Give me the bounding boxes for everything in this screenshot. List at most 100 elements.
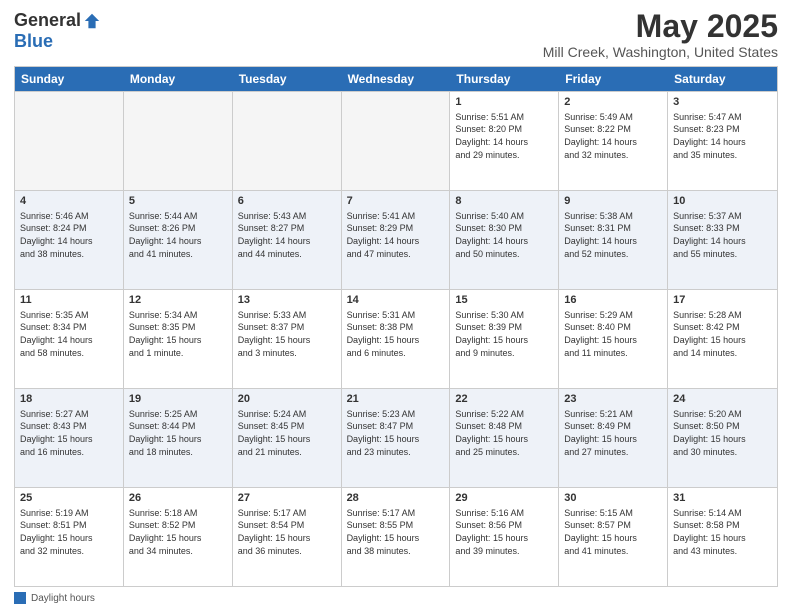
day-number: 13 (238, 293, 336, 308)
calendar-header: SundayMondayTuesdayWednesdayThursdayFrid… (15, 67, 777, 91)
day-info: Sunrise: 5:44 AM Sunset: 8:26 PM Dayligh… (129, 210, 227, 260)
day-number: 10 (673, 194, 772, 209)
day-number: 28 (347, 491, 445, 506)
day-info: Sunrise: 5:35 AM Sunset: 8:34 PM Dayligh… (20, 309, 118, 359)
day-info: Sunrise: 5:17 AM Sunset: 8:55 PM Dayligh… (347, 507, 445, 557)
day-cell-31: 31Sunrise: 5:14 AM Sunset: 8:58 PM Dayli… (668, 488, 777, 586)
day-info: Sunrise: 5:20 AM Sunset: 8:50 PM Dayligh… (673, 408, 772, 458)
day-number: 6 (238, 194, 336, 209)
day-cell-21: 21Sunrise: 5:23 AM Sunset: 8:47 PM Dayli… (342, 389, 451, 487)
day-number: 27 (238, 491, 336, 506)
day-cell-4: 4Sunrise: 5:46 AM Sunset: 8:24 PM Daylig… (15, 191, 124, 289)
day-cell-7: 7Sunrise: 5:41 AM Sunset: 8:29 PM Daylig… (342, 191, 451, 289)
day-cell-12: 12Sunrise: 5:34 AM Sunset: 8:35 PM Dayli… (124, 290, 233, 388)
day-cell-14: 14Sunrise: 5:31 AM Sunset: 8:38 PM Dayli… (342, 290, 451, 388)
day-cell-28: 28Sunrise: 5:17 AM Sunset: 8:55 PM Dayli… (342, 488, 451, 586)
day-info: Sunrise: 5:34 AM Sunset: 8:35 PM Dayligh… (129, 309, 227, 359)
day-info: Sunrise: 5:29 AM Sunset: 8:40 PM Dayligh… (564, 309, 662, 359)
header-day-sunday: Sunday (15, 67, 124, 91)
day-cell-15: 15Sunrise: 5:30 AM Sunset: 8:39 PM Dayli… (450, 290, 559, 388)
day-cell-11: 11Sunrise: 5:35 AM Sunset: 8:34 PM Dayli… (15, 290, 124, 388)
day-number: 22 (455, 392, 553, 407)
page: General Blue May 2025 Mill Creek, Washin… (0, 0, 792, 612)
day-cell-5: 5Sunrise: 5:44 AM Sunset: 8:26 PM Daylig… (124, 191, 233, 289)
day-cell-empty (342, 92, 451, 190)
day-info: Sunrise: 5:33 AM Sunset: 8:37 PM Dayligh… (238, 309, 336, 359)
day-info: Sunrise: 5:23 AM Sunset: 8:47 PM Dayligh… (347, 408, 445, 458)
day-number: 26 (129, 491, 227, 506)
day-info: Sunrise: 5:14 AM Sunset: 8:58 PM Dayligh… (673, 507, 772, 557)
day-cell-empty (124, 92, 233, 190)
header-day-saturday: Saturday (668, 67, 777, 91)
day-cell-16: 16Sunrise: 5:29 AM Sunset: 8:40 PM Dayli… (559, 290, 668, 388)
day-number: 12 (129, 293, 227, 308)
day-cell-20: 20Sunrise: 5:24 AM Sunset: 8:45 PM Dayli… (233, 389, 342, 487)
header-day-thursday: Thursday (450, 67, 559, 91)
day-cell-23: 23Sunrise: 5:21 AM Sunset: 8:49 PM Dayli… (559, 389, 668, 487)
day-cell-17: 17Sunrise: 5:28 AM Sunset: 8:42 PM Dayli… (668, 290, 777, 388)
day-info: Sunrise: 5:21 AM Sunset: 8:49 PM Dayligh… (564, 408, 662, 458)
month-title: May 2025 (543, 10, 778, 42)
day-info: Sunrise: 5:47 AM Sunset: 8:23 PM Dayligh… (673, 111, 772, 161)
legend-box (14, 592, 26, 604)
week-row-4: 25Sunrise: 5:19 AM Sunset: 8:51 PM Dayli… (15, 487, 777, 586)
day-info: Sunrise: 5:40 AM Sunset: 8:30 PM Dayligh… (455, 210, 553, 260)
day-info: Sunrise: 5:28 AM Sunset: 8:42 PM Dayligh… (673, 309, 772, 359)
day-number: 5 (129, 194, 227, 209)
day-cell-1: 1Sunrise: 5:51 AM Sunset: 8:20 PM Daylig… (450, 92, 559, 190)
day-number: 25 (20, 491, 118, 506)
day-number: 19 (129, 392, 227, 407)
day-number: 24 (673, 392, 772, 407)
day-cell-8: 8Sunrise: 5:40 AM Sunset: 8:30 PM Daylig… (450, 191, 559, 289)
day-info: Sunrise: 5:25 AM Sunset: 8:44 PM Dayligh… (129, 408, 227, 458)
logo-blue-text: Blue (14, 31, 53, 52)
day-number: 21 (347, 392, 445, 407)
day-info: Sunrise: 5:51 AM Sunset: 8:20 PM Dayligh… (455, 111, 553, 161)
day-cell-25: 25Sunrise: 5:19 AM Sunset: 8:51 PM Dayli… (15, 488, 124, 586)
day-cell-24: 24Sunrise: 5:20 AM Sunset: 8:50 PM Dayli… (668, 389, 777, 487)
day-cell-30: 30Sunrise: 5:15 AM Sunset: 8:57 PM Dayli… (559, 488, 668, 586)
day-cell-3: 3Sunrise: 5:47 AM Sunset: 8:23 PM Daylig… (668, 92, 777, 190)
day-number: 3 (673, 95, 772, 110)
day-number: 29 (455, 491, 553, 506)
title-area: May 2025 Mill Creek, Washington, United … (543, 10, 778, 60)
header: General Blue May 2025 Mill Creek, Washin… (14, 10, 778, 60)
day-cell-empty (233, 92, 342, 190)
calendar-body: 1Sunrise: 5:51 AM Sunset: 8:20 PM Daylig… (15, 91, 777, 586)
day-number: 4 (20, 194, 118, 209)
header-day-monday: Monday (124, 67, 233, 91)
legend-label: Daylight hours (31, 593, 95, 604)
day-info: Sunrise: 5:46 AM Sunset: 8:24 PM Dayligh… (20, 210, 118, 260)
day-number: 8 (455, 194, 553, 209)
day-number: 1 (455, 95, 553, 110)
day-number: 14 (347, 293, 445, 308)
logo-icon (83, 12, 101, 30)
day-info: Sunrise: 5:24 AM Sunset: 8:45 PM Dayligh… (238, 408, 336, 458)
week-row-0: 1Sunrise: 5:51 AM Sunset: 8:20 PM Daylig… (15, 91, 777, 190)
day-number: 17 (673, 293, 772, 308)
day-info: Sunrise: 5:27 AM Sunset: 8:43 PM Dayligh… (20, 408, 118, 458)
day-info: Sunrise: 5:15 AM Sunset: 8:57 PM Dayligh… (564, 507, 662, 557)
day-number: 16 (564, 293, 662, 308)
day-cell-empty (15, 92, 124, 190)
week-row-1: 4Sunrise: 5:46 AM Sunset: 8:24 PM Daylig… (15, 190, 777, 289)
day-cell-10: 10Sunrise: 5:37 AM Sunset: 8:33 PM Dayli… (668, 191, 777, 289)
day-number: 23 (564, 392, 662, 407)
day-info: Sunrise: 5:41 AM Sunset: 8:29 PM Dayligh… (347, 210, 445, 260)
day-info: Sunrise: 5:30 AM Sunset: 8:39 PM Dayligh… (455, 309, 553, 359)
day-number: 11 (20, 293, 118, 308)
location: Mill Creek, Washington, United States (543, 44, 778, 60)
day-info: Sunrise: 5:18 AM Sunset: 8:52 PM Dayligh… (129, 507, 227, 557)
day-info: Sunrise: 5:17 AM Sunset: 8:54 PM Dayligh… (238, 507, 336, 557)
logo-general-text: General (14, 10, 81, 31)
day-number: 2 (564, 95, 662, 110)
day-cell-18: 18Sunrise: 5:27 AM Sunset: 8:43 PM Dayli… (15, 389, 124, 487)
footer: Daylight hours (14, 592, 778, 604)
day-cell-13: 13Sunrise: 5:33 AM Sunset: 8:37 PM Dayli… (233, 290, 342, 388)
day-number: 30 (564, 491, 662, 506)
day-info: Sunrise: 5:49 AM Sunset: 8:22 PM Dayligh… (564, 111, 662, 161)
header-day-friday: Friday (559, 67, 668, 91)
day-info: Sunrise: 5:38 AM Sunset: 8:31 PM Dayligh… (564, 210, 662, 260)
calendar: SundayMondayTuesdayWednesdayThursdayFrid… (14, 66, 778, 587)
day-number: 7 (347, 194, 445, 209)
